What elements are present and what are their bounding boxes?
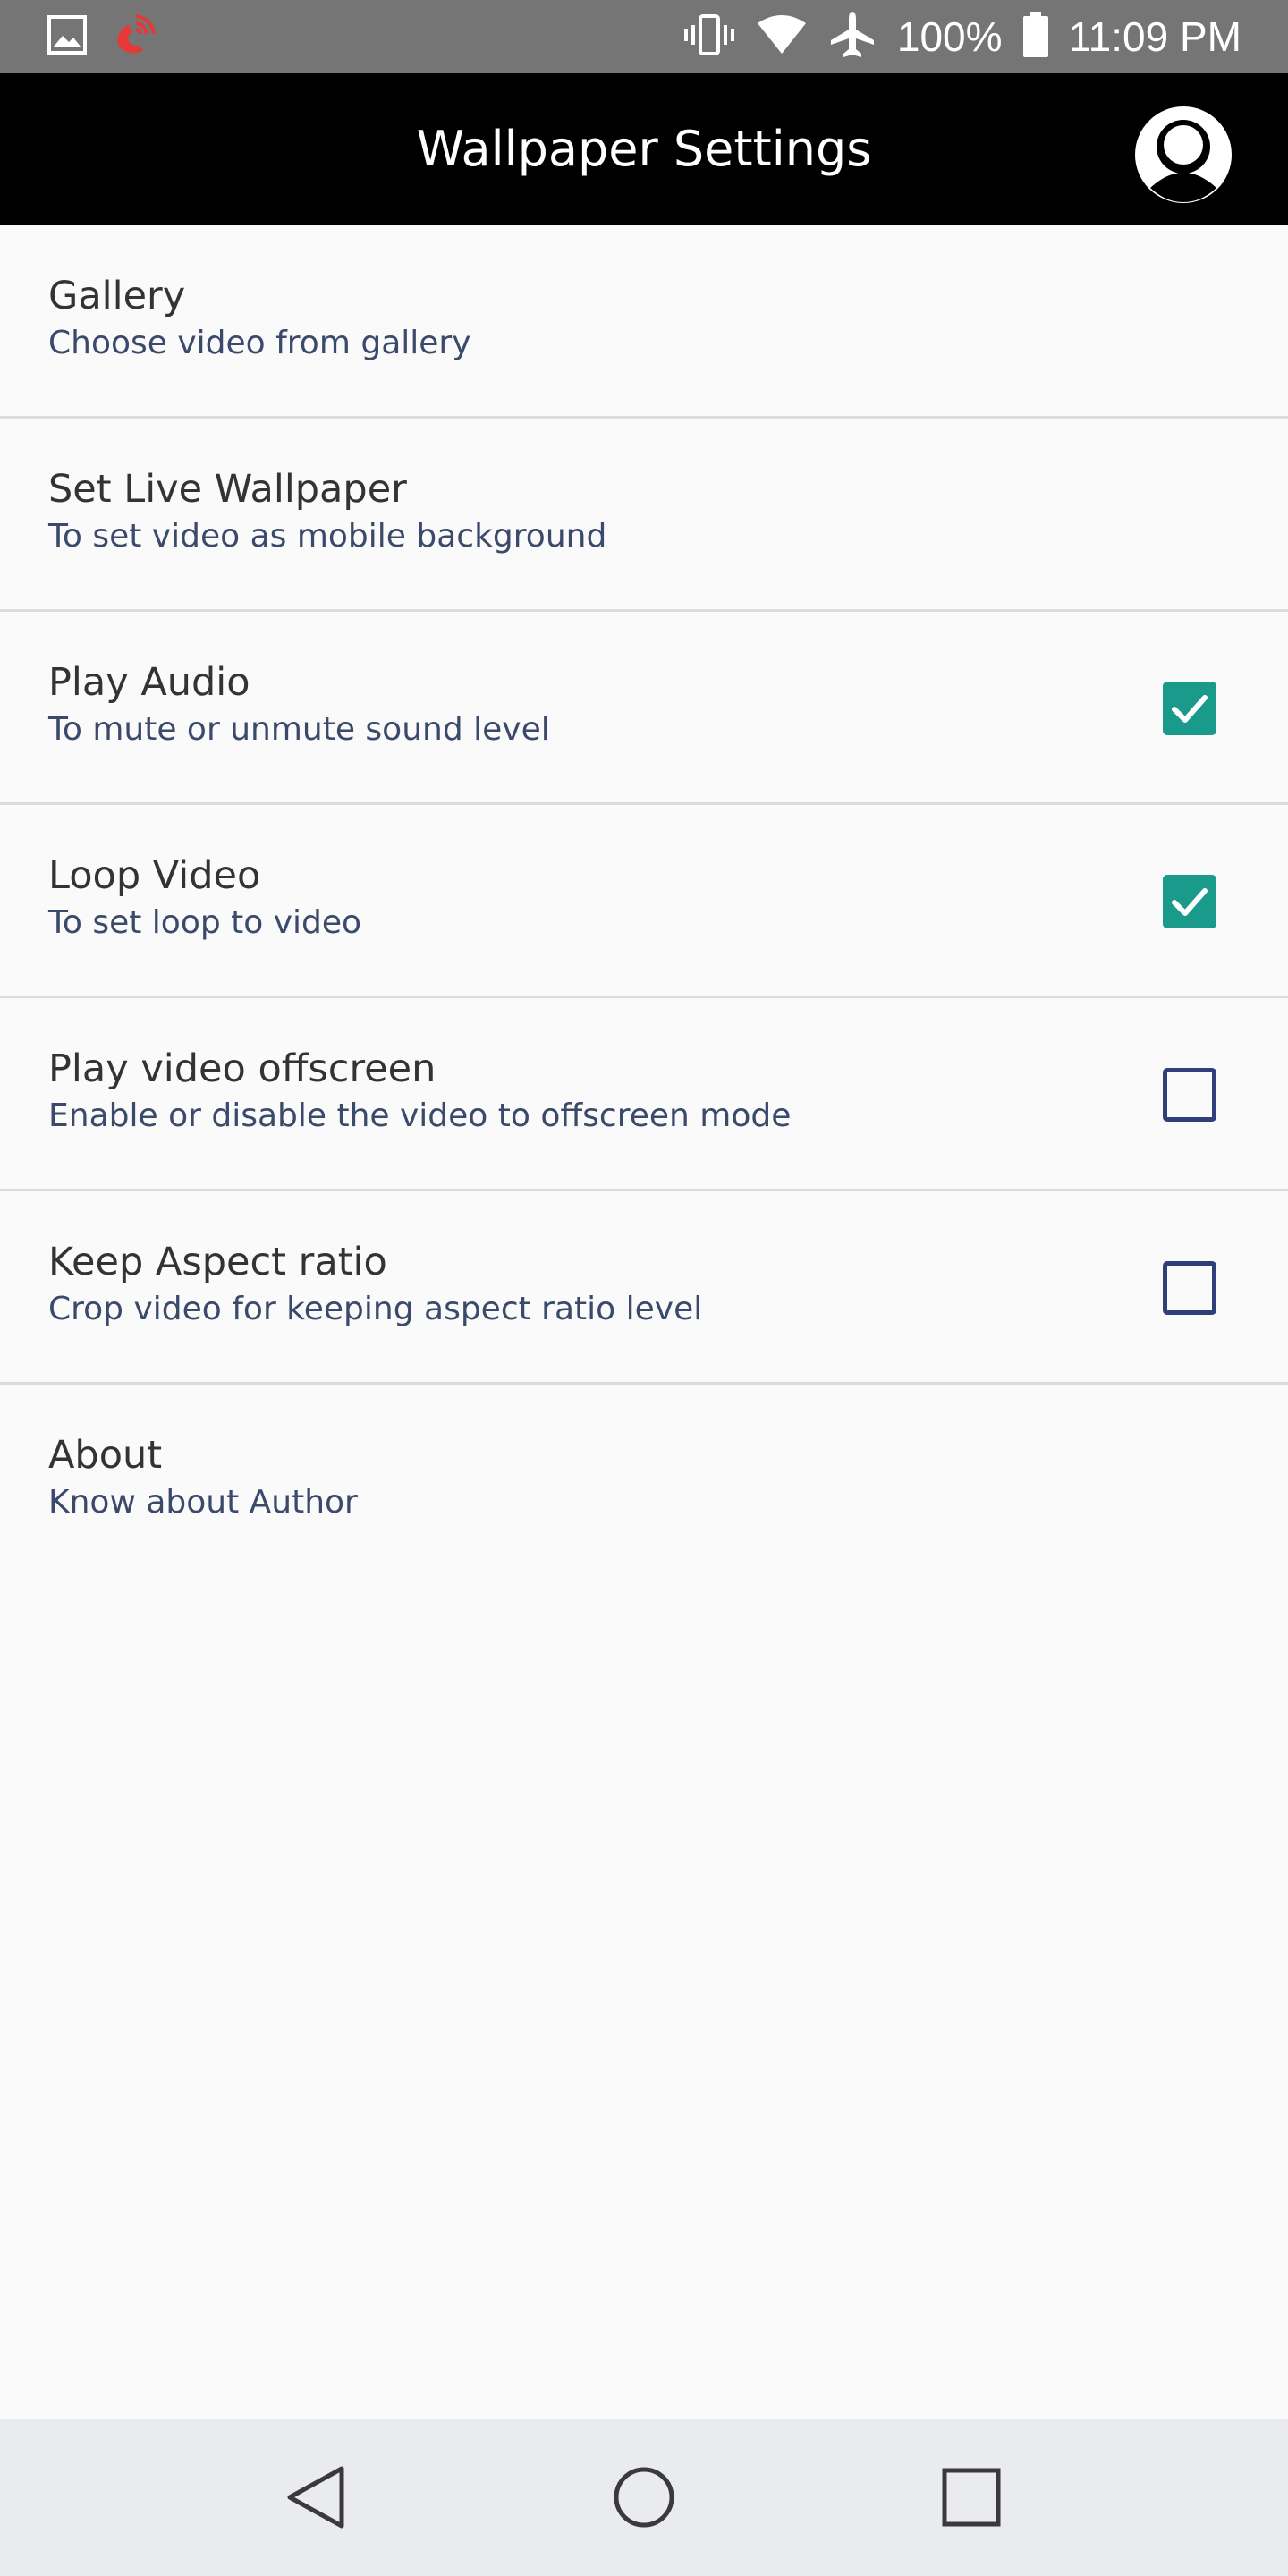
app-bar: Wallpaper Settings [0,73,1288,225]
check-icon [1172,695,1208,723]
back-icon[interactable] [270,2453,360,2542]
battery-percent: 100% [896,13,1003,60]
setting-title: Play Audio [48,660,250,705]
setting-subtitle: To set loop to video [48,904,362,941]
setting-title: Keep Aspect ratio [48,1240,387,1284]
setting-subtitle: Choose video from gallery [48,325,471,361]
setting-subtitle: To mute or unmute sound level [48,711,550,748]
recents-icon[interactable] [927,2453,1016,2542]
setting-title: Loop Video [48,853,261,898]
setting-set-live-wallpaper[interactable]: Set Live Wallpaper To set video as mobil… [0,419,1288,612]
play-audio-checkbox[interactable] [1163,682,1216,735]
account-icon[interactable] [1134,106,1233,204]
setting-title: Play video offscreen [48,1046,436,1091]
loop-video-checkbox[interactable] [1163,875,1216,928]
setting-subtitle: Enable or disable the video to offscreen… [48,1097,792,1134]
wifi-icon [756,14,808,59]
airplane-icon [827,10,877,64]
setting-title: Gallery [48,274,186,318]
setting-subtitle: Know about Author [48,1484,358,1521]
home-icon[interactable] [599,2453,689,2542]
status-right-icons: 100% 11:09 PM [682,0,1241,73]
clock: 11:09 PM [1068,13,1241,60]
setting-title: About [48,1433,163,1478]
setting-subtitle: Crop video for keeping aspect ratio leve… [48,1291,703,1327]
image-icon [47,14,88,59]
play-video-offscreen-checkbox[interactable] [1163,1068,1216,1122]
navigation-bar [0,2419,1288,2576]
setting-subtitle: To set video as mobile background [48,518,607,555]
battery-icon [1022,12,1049,62]
setting-keep-aspect-ratio[interactable]: Keep Aspect ratio Crop video for keeping… [0,1191,1288,1385]
phone-call-icon [109,9,161,64]
check-icon [1172,888,1208,916]
setting-play-video-offscreen[interactable]: Play video offscreen Enable or disable t… [0,998,1288,1191]
keep-aspect-ratio-checkbox[interactable] [1163,1261,1216,1315]
vibrate-icon [682,13,736,61]
page-title: Wallpaper Settings [416,121,872,177]
setting-title: Set Live Wallpaper [48,467,407,512]
setting-play-audio[interactable]: Play Audio To mute or unmute sound level [0,612,1288,805]
setting-loop-video[interactable]: Loop Video To set loop to video [0,805,1288,998]
setting-gallery[interactable]: Gallery Choose video from gallery [0,225,1288,419]
status-left-icons [47,14,161,59]
settings-list: Gallery Choose video from gallery Set Li… [0,225,1288,1578]
setting-about[interactable]: About Know about Author [0,1385,1288,1578]
status-bar: 100% 11:09 PM [0,0,1288,73]
